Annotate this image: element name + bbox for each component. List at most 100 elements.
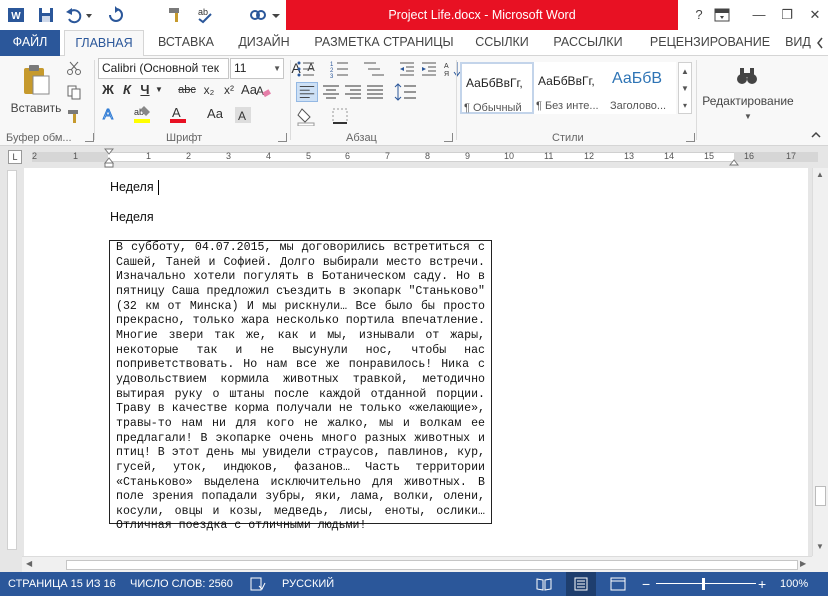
tab-review[interactable]: РЕЦЕНЗИРОВАНИЕ	[640, 30, 780, 56]
paragraph[interactable]: Неделя	[110, 210, 154, 224]
strikethrough-button[interactable]: abc	[176, 80, 198, 100]
change-case-button-2[interactable]: Aa	[204, 104, 226, 124]
horizontal-scrollbar[interactable]: ◀ ▶	[22, 556, 812, 572]
decrease-indent-icon[interactable]	[398, 60, 416, 78]
redo-icon[interactable]	[106, 5, 126, 25]
chevron-down-icon[interactable]: ▼	[679, 80, 691, 97]
zoom-out-button[interactable]: −	[642, 572, 650, 596]
bullets-icon[interactable]	[296, 60, 320, 78]
vertical-scroll-thumb[interactable]	[815, 486, 826, 506]
increase-indent-icon[interactable]	[420, 60, 438, 78]
style-no-spacing[interactable]: АаБбВвГг, ¶ Без инте...	[534, 62, 608, 114]
paste-button[interactable]: Вставить	[6, 60, 66, 120]
chevron-down-icon[interactable]: ▼	[744, 112, 752, 121]
scroll-right-icon[interactable]: ▶	[800, 559, 806, 568]
cut-icon[interactable]	[66, 60, 82, 76]
highlight-icon[interactable]: ab	[132, 104, 154, 124]
align-left-icon[interactable]	[296, 82, 318, 102]
collapse-ribbon-icon[interactable]	[810, 130, 822, 140]
zoom-level[interactable]: 100%	[780, 572, 808, 596]
text-effects-icon[interactable]: A	[100, 104, 120, 124]
clear-format-icon[interactable]: A	[254, 82, 272, 100]
right-indent-marker[interactable]	[729, 156, 739, 166]
format-painter-icon[interactable]	[166, 5, 186, 25]
more-icon[interactable]: ▾	[679, 97, 691, 114]
help-button[interactable]: ?	[684, 0, 714, 30]
tab-file[interactable]: ФАЙЛ	[0, 30, 60, 56]
borders-icon[interactable]	[330, 106, 354, 126]
bold-button[interactable]: Ж	[100, 80, 116, 100]
horizontal-scroll-thumb[interactable]	[66, 560, 798, 570]
horizontal-ruler[interactable]: 2 1 1 2 3 4 5 6 7 8 9 10 11 12 13 14 15 16 17 L	[0, 146, 828, 168]
undo-icon[interactable]	[64, 5, 84, 25]
font-color-icon[interactable]: A	[168, 104, 188, 124]
binoculars-icon[interactable]	[734, 64, 760, 88]
language[interactable]: РУССКИЙ	[282, 572, 334, 596]
chevron-up-icon[interactable]: ▲	[679, 63, 691, 80]
text-box[interactable]: В субботу, 04.07.2015, мы договорились в…	[109, 240, 492, 532]
textbox-line: поприветствовать. Но нам все же понравил…	[116, 358, 485, 372]
scroll-left-icon[interactable]: ◀	[26, 559, 32, 568]
font-launcher[interactable]	[278, 133, 287, 142]
subscript-button[interactable]: x₂	[200, 80, 218, 100]
multilevel-list-icon[interactable]	[362, 60, 386, 78]
customize-icon[interactable]	[270, 5, 282, 25]
read-mode-icon[interactable]	[536, 577, 552, 591]
copy-icon[interactable]	[66, 84, 82, 100]
zoom-in-button[interactable]: +	[758, 572, 766, 596]
proofing-icon[interactable]	[250, 577, 266, 591]
style-normal[interactable]: АаБбВвГг, ¶ Обычный	[460, 62, 534, 114]
superscript-button[interactable]: x²	[220, 80, 238, 100]
justify-icon[interactable]	[364, 82, 386, 102]
vertical-scrollbar[interactable]: ▲ ▼	[812, 168, 828, 556]
tabs-scroll-icon[interactable]	[815, 36, 825, 50]
align-center-icon[interactable]	[320, 82, 342, 102]
scroll-up-icon[interactable]: ▲	[816, 170, 824, 179]
word-count[interactable]: ЧИСЛО СЛОВ: 2560	[130, 572, 233, 596]
tab-view[interactable]: ВИД	[782, 30, 814, 56]
page-count[interactable]: СТРАНИЦА 15 ИЗ 16	[8, 572, 116, 596]
underline-button[interactable]: Ч	[138, 80, 152, 100]
word-icon[interactable]: W	[6, 5, 26, 25]
styles-launcher[interactable]	[686, 133, 695, 142]
styles-scroll[interactable]: ▲ ▼ ▾	[678, 62, 692, 114]
align-right-icon[interactable]	[342, 82, 364, 102]
italic-button[interactable]: К	[120, 80, 134, 100]
tab-page-layout[interactable]: РАЗМЕТКА СТРАНИЦЫ	[306, 30, 462, 56]
format-painter-icon[interactable]	[66, 108, 82, 124]
tab-selector[interactable]: L	[8, 150, 22, 164]
tab-mailings[interactable]: РАССЫЛКИ	[542, 30, 634, 56]
zoom-slider-thumb[interactable]	[702, 578, 705, 590]
scroll-down-icon[interactable]: ▼	[816, 542, 824, 551]
tab-design[interactable]: ДИЗАЙН	[228, 30, 300, 56]
tab-insert[interactable]: ВСТАВКА	[150, 30, 222, 56]
tab-references[interactable]: ССЫЛКИ	[468, 30, 536, 56]
paragraph-launcher[interactable]	[444, 133, 453, 142]
paragraph[interactable]: Неделя	[110, 180, 159, 196]
indent-marker[interactable]	[104, 148, 114, 168]
web-layout-icon[interactable]	[610, 577, 626, 591]
spellcheck-icon[interactable]: ab	[196, 5, 216, 25]
underline-dropdown-icon[interactable]: ▼	[154, 80, 164, 100]
clipboard-launcher[interactable]	[85, 133, 94, 142]
tab-home[interactable]: ГЛАВНАЯ	[64, 30, 144, 57]
ribbon-display-icon[interactable]	[714, 8, 730, 22]
share-icon[interactable]	[248, 5, 268, 25]
vertical-ruler[interactable]	[0, 168, 22, 556]
shading-icon[interactable]	[296, 106, 320, 126]
restore-button[interactable]: ❐	[772, 0, 802, 30]
close-button[interactable]: ✕	[800, 0, 828, 30]
zoom-slider-track[interactable]	[656, 583, 756, 584]
group-separator	[456, 60, 457, 140]
style-heading[interactable]: АаБбВ Заголово...	[608, 62, 676, 114]
numbering-icon[interactable]: 123	[330, 60, 354, 78]
editing-button[interactable]: Редактирование	[700, 94, 796, 108]
save-icon[interactable]	[36, 5, 56, 25]
font-size-combo[interactable]: 11 ▼	[230, 58, 284, 79]
print-layout-button[interactable]	[566, 572, 596, 596]
minimize-button[interactable]: —	[744, 0, 774, 30]
undo-dropdown-icon[interactable]	[84, 5, 94, 25]
char-shading-icon[interactable]: A	[234, 106, 252, 124]
line-spacing-icon[interactable]	[394, 82, 418, 102]
font-name-combo[interactable]: Calibri (Основной тек	[98, 58, 229, 79]
